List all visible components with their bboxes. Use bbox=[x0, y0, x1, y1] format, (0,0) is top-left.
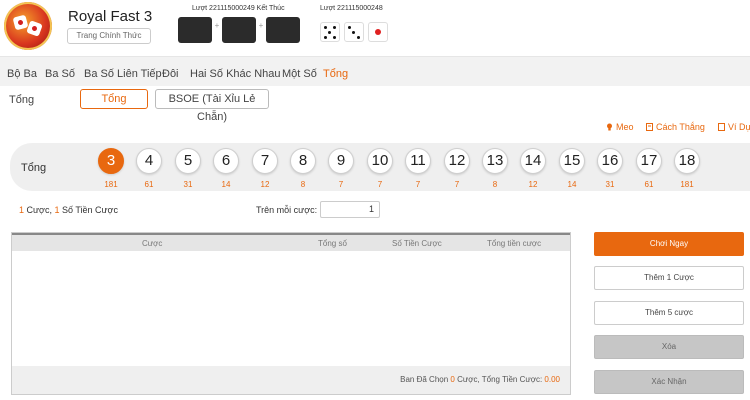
tab-ba-so-lien-tiep[interactable]: Ba Số Liên Tiếp bbox=[84, 68, 162, 80]
number-ball[interactable]: 3 bbox=[98, 148, 124, 174]
number-odds: 31 bbox=[605, 180, 615, 189]
document-icon bbox=[718, 123, 725, 131]
bet-summary: 1 Cược, 1 Số Tiền Cược bbox=[19, 205, 118, 215]
number-odds: 12 bbox=[528, 180, 538, 189]
dice-logo-icon bbox=[4, 2, 52, 50]
clear-button[interactable]: Xóa bbox=[594, 335, 744, 359]
bet-table-summary: Ban Đã Chọn 0 Cược, Tổng Tiền Cược: 0.00 bbox=[400, 375, 560, 384]
per-bet-input[interactable]: 1 bbox=[320, 201, 380, 218]
tab-tong[interactable]: Tổng bbox=[323, 68, 348, 80]
game-title: Royal Fast 3 bbox=[68, 8, 153, 25]
sub-option-tong[interactable]: Tổng bbox=[80, 89, 148, 109]
bet-table-header: Cược Tổng số Số Tiền Cược Tổng tiền cược bbox=[12, 233, 570, 251]
number-odds: 181 bbox=[680, 180, 694, 189]
number-odds: 14 bbox=[567, 180, 577, 189]
number-ball[interactable]: 17 bbox=[636, 148, 662, 174]
tab-bo-ba[interactable]: Bộ Ba bbox=[7, 68, 37, 80]
per-bet-label: Trên mỗi cược: bbox=[256, 205, 318, 215]
example-link-label: Ví Dụ bbox=[728, 122, 750, 132]
number-ball[interactable]: 18 bbox=[674, 148, 700, 174]
number-odds: 14 bbox=[221, 180, 231, 189]
number-ball[interactable]: 11 bbox=[405, 148, 431, 174]
number-ball[interactable]: 15 bbox=[559, 148, 585, 174]
next-round-label: Lượt 221115000248 bbox=[320, 5, 383, 12]
column-header-bet: Cược bbox=[142, 239, 163, 248]
result-die-2 bbox=[222, 17, 256, 43]
bet-amount-value: 1 bbox=[54, 205, 60, 215]
sub-option-bsoe[interactable]: BSOE (Tài Xỉu Lẻ Chẵn) bbox=[155, 89, 269, 123]
sub-option-row: Tổng Tổng BSOE (Tài Xỉu Lẻ Chẵn) bbox=[0, 86, 750, 123]
number-odds: 181 bbox=[104, 180, 118, 189]
result-die-3 bbox=[266, 17, 300, 43]
bet-count-value: 1 bbox=[19, 205, 25, 215]
result-round-label: Lượt 221115000249 Kết Thúc bbox=[192, 5, 285, 12]
footer-mid: Cược, Tổng Tiền Cược: bbox=[457, 375, 543, 384]
home-button[interactable]: Trang Chính Thức bbox=[67, 28, 151, 44]
bet-count-text: Cược, bbox=[26, 205, 52, 215]
number-odds: 8 bbox=[300, 180, 306, 189]
number-ball[interactable]: 10 bbox=[367, 148, 393, 174]
number-ball[interactable]: 12 bbox=[444, 148, 470, 174]
dice-five-icon bbox=[320, 22, 340, 42]
number-ball[interactable]: 16 bbox=[597, 148, 623, 174]
number-odds: 12 bbox=[260, 180, 270, 189]
tab-hai-so-khac-nhau[interactable]: Hai Số Khác Nhau bbox=[190, 68, 281, 80]
book-icon bbox=[646, 123, 653, 131]
column-header-bet-amount: Số Tiền Cược bbox=[392, 239, 442, 248]
number-ball[interactable]: 6 bbox=[213, 148, 239, 174]
number-ball[interactable]: 9 bbox=[328, 148, 354, 174]
result-separator: + bbox=[258, 21, 264, 30]
number-odds: 7 bbox=[377, 180, 383, 189]
number-ball[interactable]: 13 bbox=[482, 148, 508, 174]
dice-one-icon bbox=[368, 22, 388, 42]
tips-link-label: Meo bbox=[616, 122, 634, 132]
tab-mot-so[interactable]: Một Số bbox=[282, 68, 317, 80]
game-header: Royal Fast 3 Trang Chính Thức Lượt 22111… bbox=[0, 0, 750, 56]
number-ball[interactable]: 7 bbox=[252, 148, 278, 174]
bet-table-footer: Ban Đã Chọn 0 Cược, Tổng Tiền Cược: 0.00 bbox=[12, 366, 570, 394]
number-odds: 7 bbox=[454, 180, 460, 189]
result-die-1 bbox=[178, 17, 212, 43]
sub-option-label: Tổng bbox=[9, 94, 35, 106]
number-odds: 7 bbox=[415, 180, 421, 189]
tab-doi[interactable]: Đôi bbox=[162, 68, 179, 80]
add-five-bets-button[interactable]: Thêm 5 cược bbox=[594, 301, 744, 325]
tips-link[interactable]: Meo bbox=[606, 122, 634, 132]
add-one-bet-button[interactable]: Thêm 1 Cược bbox=[594, 266, 744, 290]
number-panel-label: Tổng bbox=[21, 162, 47, 174]
number-odds: 8 bbox=[492, 180, 498, 189]
result-separator: + bbox=[214, 21, 220, 30]
bet-table: Cược Tổng số Số Tiền Cược Tổng tiền cược… bbox=[11, 232, 571, 395]
number-ball[interactable]: 14 bbox=[520, 148, 546, 174]
example-link[interactable]: Ví Dụ bbox=[718, 122, 750, 132]
number-odds: 61 bbox=[644, 180, 654, 189]
number-odds: 61 bbox=[144, 180, 154, 189]
column-header-total-count: Tổng số bbox=[318, 239, 347, 248]
confirm-button[interactable]: Xác Nhận bbox=[594, 370, 744, 394]
footer-count: 0 bbox=[450, 375, 455, 384]
footer-prefix: Ban Đã Chọn bbox=[400, 375, 449, 384]
bet-type-tabs: Bộ Ba Ba Số Ba Số Liên Tiếp Đôi Hai Số K… bbox=[0, 56, 750, 86]
column-header-total-amount: Tổng tiền cược bbox=[487, 239, 542, 248]
dice-three-icon bbox=[344, 22, 364, 42]
number-odds: 31 bbox=[183, 180, 193, 189]
play-now-button[interactable]: Chơi Ngay bbox=[594, 232, 744, 256]
how-to-win-link[interactable]: Cách Thắng bbox=[646, 122, 705, 132]
number-ball[interactable]: 8 bbox=[290, 148, 316, 174]
lightbulb-icon bbox=[607, 123, 612, 131]
bet-amount-text: Số Tiền Cược bbox=[62, 205, 118, 215]
number-ball[interactable]: 4 bbox=[136, 148, 162, 174]
number-ball[interactable]: 5 bbox=[175, 148, 201, 174]
footer-total: 0.00 bbox=[544, 375, 560, 384]
tab-ba-so[interactable]: Ba Số bbox=[45, 68, 75, 80]
number-odds: 7 bbox=[338, 180, 344, 189]
how-to-win-label: Cách Thắng bbox=[656, 122, 705, 132]
